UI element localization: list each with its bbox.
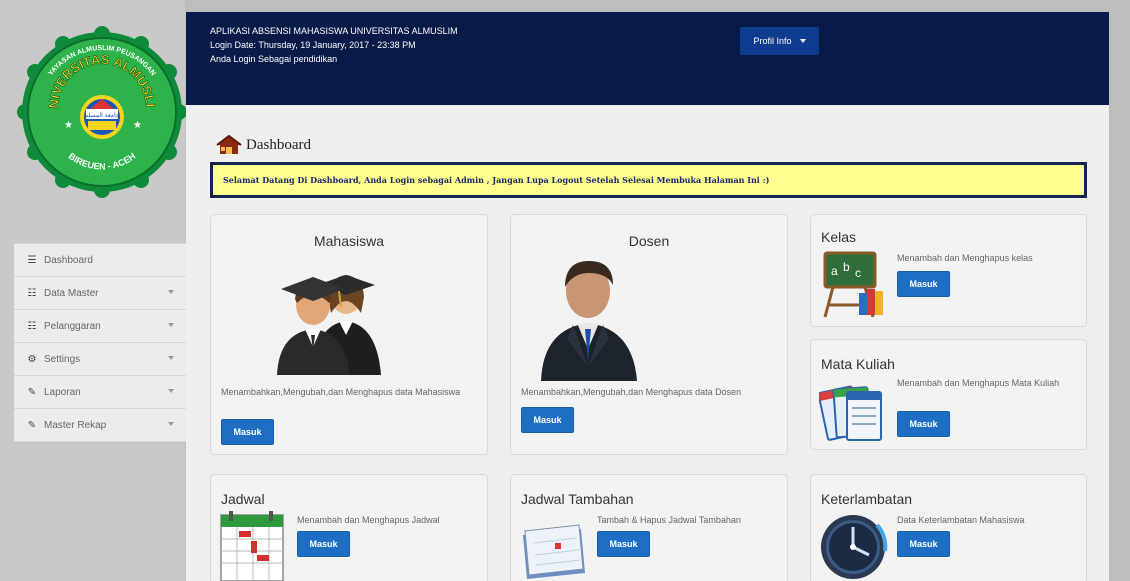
svg-text:★: ★ [64,120,73,131]
chevron-down-icon [168,290,174,294]
sidebar-menu: ☰ Dashboard ☷ Data Master ☷ Pelanggaran … [14,243,186,442]
page-heading: Dashboard [216,135,311,155]
calendar-book-icon [523,524,585,579]
sidebar-item-label: Data Master [44,287,99,299]
university-logo: YAYASAN ALMUSLIM PEUSANGAN UNIVERSITAS A… [10,0,188,212]
sidebar: YAYASAN ALMUSLIM PEUSANGAN UNIVERSITAS A… [0,0,188,581]
app-title: APLIKASI ABSENSI MAHASISWA UNIVERSITAS A… [210,26,458,36]
login-date: Login Date: Thursday, 19 January, 2017 -… [210,40,416,50]
lecturer-icon [541,261,637,381]
svg-text:a: a [831,264,838,278]
card-title: Mata Kuliah [821,356,895,372]
card-description: Menambah dan Menghapus Mata Kuliah [897,378,1060,388]
right-gutter [1109,0,1130,581]
pencil-icon: ✎ [27,419,37,431]
svg-text:b: b [843,260,850,274]
card-description: Menambahkan,Mengubah,dan Menghapus data … [521,387,742,397]
sidebar-item-label: Settings [44,353,81,365]
sidebar-item-label: Pelanggaran [44,320,101,332]
card-title: Jadwal Tambahan [521,491,634,507]
card-mata-kuliah: Mata Kuliah Menambah dan Menghapus Mata … [810,339,1087,450]
masuk-button[interactable]: Masuk [897,531,950,557]
card-title: Dosen [628,233,670,249]
chevron-down-icon [168,422,174,426]
chalkboard-icon: a b c [823,251,883,318]
sidebar-item-settings[interactable]: ⚙ Settings [14,343,186,376]
caret-down-icon [799,39,806,43]
page-title: Dashboard [246,137,311,153]
sidebar-item-data-master[interactable]: ☷ Data Master [14,277,186,310]
card-title: Jadwal [221,491,265,507]
clock-icon [821,515,888,579]
chevron-down-icon [168,323,174,327]
masuk-button[interactable]: Masuk [297,531,350,557]
sidebar-item-label: Master Rekap [44,419,107,431]
documents-icon [819,385,882,441]
login-role: Anda Login Sebagai pendidikan [210,54,338,64]
top-header: APLIKASI ABSENSI MAHASISWA UNIVERSITAS A… [186,12,1109,105]
list-icon: ☰ [27,254,37,266]
card-description: Menambah dan Menghapus kelas [897,253,1033,263]
main-content: Dashboard Selamat Datang Di Dashboard, A… [186,105,1109,581]
chevron-down-icon [168,389,174,393]
card-mahasiswa: Mahasiswa Menambahkan,Mengubah,dan Mengh… [210,214,488,455]
app-root: YAYASAN ALMUSLIM PEUSANGAN UNIVERSITAS A… [0,0,1130,581]
card-dosen: Dosen Menambahkan,Mengubah,dan Menghapus… [510,214,788,455]
masuk-button[interactable]: Masuk [221,419,274,445]
sidebar-item-label: Laporan [44,386,81,398]
sidebar-item-laporan[interactable]: ✎ Laporan [14,376,186,409]
sidebar-item-master-rekap[interactable]: ✎ Master Rekap [14,409,186,442]
pencil-icon: ✎ [27,386,37,398]
profile-info-button[interactable]: Profil Info [740,27,819,55]
table-icon: ☷ [27,320,37,332]
sidebar-item-pelanggaran[interactable]: ☷ Pelanggaran [14,310,186,343]
home-icon [216,135,242,154]
settings-sliders-icon: ⚙ [27,353,37,365]
table-icon: ☷ [27,287,37,299]
masuk-button[interactable]: Masuk [897,411,950,437]
svg-text:جامعة المسلم: جامعة المسلم [84,112,119,119]
masuk-button[interactable]: Masuk [521,407,574,433]
card-jadwal-tambahan: Jadwal Tambahan Tambah & Hapus Jadwal Ta… [510,474,788,581]
header-info: APLIKASI ABSENSI MAHASISWA UNIVERSITAS A… [210,24,458,66]
card-title: Keterlambatan [821,491,913,507]
masuk-button[interactable]: Masuk [897,271,950,297]
svg-text:★: ★ [133,120,142,131]
card-description: Tambah & Hapus Jadwal Tambahan [597,515,741,525]
masuk-button[interactable]: Masuk [597,531,650,557]
welcome-banner: Selamat Datang Di Dashboard, Anda Login … [210,162,1087,198]
card-description: Menambah dan Menghapus Jadwal [297,515,440,525]
welcome-text: Selamat Datang Di Dashboard, Anda Login … [223,175,770,185]
students-icon [277,275,381,375]
card-description: Data Keterlambatan Mahasiswa [897,515,1025,525]
sidebar-item-dashboard[interactable]: ☰ Dashboard [14,244,186,277]
card-keterlambatan: Keterlambatan Data Keterlambatan Mahasis… [810,474,1087,581]
card-description: Menambahkan,Mengubah,dan Menghapus data … [221,387,461,397]
calendar-icon [220,511,284,581]
card-jadwal: Jadwal Menambah dan Menghapus Jadwal Mas… [210,474,488,581]
card-title: Mahasiswa [313,233,385,249]
svg-text:c: c [855,266,861,280]
profile-info-label: Profil Info [753,36,792,46]
card-title: Kelas [821,229,857,245]
sidebar-item-label: Dashboard [44,254,93,266]
card-kelas: Kelas a b c Menambah dan Menghapus kelas… [810,214,1087,327]
chevron-down-icon [168,356,174,360]
